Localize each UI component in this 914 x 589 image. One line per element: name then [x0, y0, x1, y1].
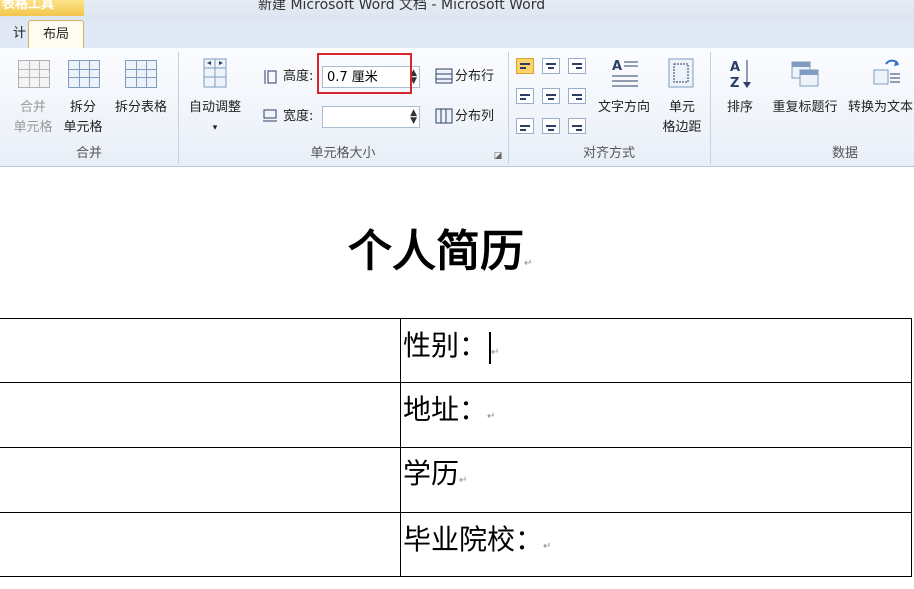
sort-label: 排序 — [726, 100, 753, 115]
split-table-icon — [125, 60, 157, 88]
height-label: 高度: — [283, 69, 314, 84]
alignment-group-label: 对齐方式 — [582, 146, 635, 161]
education-label: 学历 — [403, 457, 460, 490]
split-cells-icon — [68, 60, 100, 88]
distribute-rows-label: 分布行 — [455, 69, 495, 84]
distribute-columns-label: 分布列 — [455, 109, 495, 124]
distribute-columns-icon — [435, 108, 453, 124]
convert-to-text-icon — [873, 59, 900, 85]
paragraph-mark-icon: ↵ — [459, 475, 468, 486]
svg-text:A: A — [612, 59, 622, 74]
align-bottom-center-button[interactable] — [542, 118, 560, 134]
address-label: 地址： — [403, 393, 488, 426]
paragraph-mark-icon: ↵ — [487, 411, 496, 422]
paragraph-mark-icon: ↵ — [491, 347, 500, 358]
convert-to-text-label: 转换为文本 — [848, 100, 914, 115]
column-width-icon — [263, 109, 277, 122]
text-direction-label: 文字方向 — [597, 100, 650, 115]
ribbon-tab-row: 计 布局 — [0, 20, 914, 49]
width-spinner-icon[interactable]: ▲ ▼ — [410, 109, 417, 126]
ribbon: 合并 单元格 拆分 单元格 拆分表格 合并 自动调整 ▾ 高度: 0.7 厘米 … — [0, 48, 914, 167]
distribute-rows-icon — [435, 68, 453, 84]
width-label: 宽度: — [283, 109, 314, 124]
align-bottom-right-button[interactable] — [568, 118, 586, 134]
data-group-label: 数据 — [831, 146, 858, 161]
split-table-label: 拆分表格 — [114, 100, 167, 115]
sort-az-icon: A Z — [730, 60, 751, 90]
table-border — [911, 318, 912, 577]
autofit-label: 自动调整 — [188, 100, 241, 115]
align-middle-center-button[interactable] — [542, 88, 560, 104]
table-cell[interactable]: 毕业院校：↵ — [403, 520, 551, 567]
merge-group-label: 合并 — [75, 146, 102, 161]
align-bottom-left-button[interactable] — [516, 118, 534, 134]
table-border — [0, 512, 912, 513]
table-cell[interactable]: 地址：↵ — [403, 390, 495, 437]
tab-design[interactable]: 计 — [0, 20, 26, 48]
row-height-icon — [264, 70, 277, 84]
school-label: 毕业院校： — [403, 523, 544, 556]
width-input[interactable]: ▲ ▼ — [322, 106, 420, 128]
height-highlight-box — [317, 53, 412, 94]
window-title: 新建 Microsoft Word 文档 - Microsoft Word — [258, 0, 546, 13]
repeat-header-rows-icon — [791, 61, 819, 87]
table-tools-context-label: 表格工具 — [0, 0, 84, 16]
repeat-header-rows-label: 重复标题行 — [772, 100, 838, 115]
paragraph-mark-icon: ↵ — [524, 258, 533, 269]
gender-label: 性别： — [403, 329, 488, 362]
paragraph-mark-icon: ↵ — [543, 541, 552, 552]
autofit-icon — [203, 58, 227, 88]
document-heading[interactable]: 个人简历↵ — [348, 222, 532, 294]
align-middle-left-button[interactable] — [516, 88, 534, 104]
align-middle-right-button[interactable] — [568, 88, 586, 104]
svg-text:Z: Z — [730, 76, 739, 90]
table-border — [0, 447, 912, 448]
cell-margins-label: 单元 格边距 — [662, 100, 702, 135]
cell-margins-icon — [668, 58, 694, 88]
table-border — [400, 318, 401, 577]
group-separator — [710, 52, 711, 164]
title-bar: 表格工具 新建 Microsoft Word 文档 - Microsoft Wo… — [0, 0, 914, 20]
heading-text: 个人简历 — [348, 226, 524, 277]
merge-cells-icon — [18, 60, 50, 88]
chevron-down-icon: ▾ — [212, 123, 218, 133]
align-top-left-button[interactable] — [516, 58, 534, 74]
dialog-launcher-icon[interactable]: ◪ — [492, 146, 504, 166]
table-cell[interactable]: 学历↵ — [403, 454, 467, 501]
align-top-center-button[interactable] — [542, 58, 560, 74]
table-border — [0, 576, 912, 577]
align-top-right-button[interactable] — [568, 58, 586, 74]
merge-cells-label: 合并 单元格 — [13, 100, 53, 135]
split-cells-label: 拆分 单元格 — [63, 100, 103, 135]
table-cell[interactable]: 性别： ↵ — [403, 326, 499, 373]
cell-size-group-label: 单元格大小 — [310, 146, 376, 161]
tab-layout[interactable]: 布局 — [28, 20, 84, 49]
text-direction-icon: A — [612, 59, 638, 87]
table-border — [0, 382, 912, 383]
table-border — [0, 318, 912, 319]
svg-text:A: A — [730, 60, 740, 75]
